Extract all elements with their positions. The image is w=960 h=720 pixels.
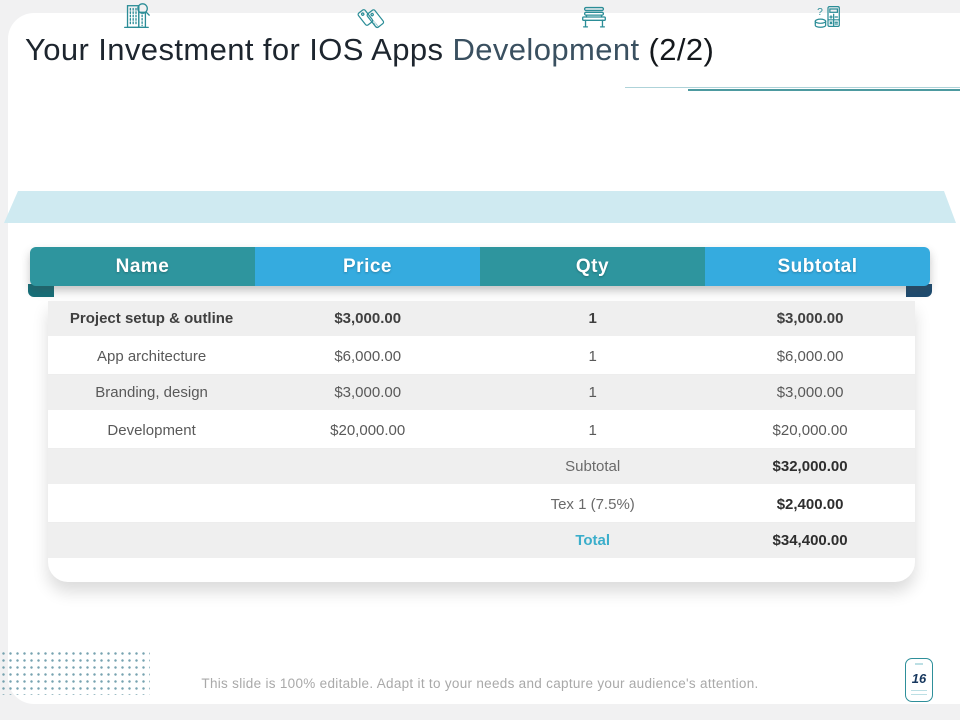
cell-qty: 1 [480, 310, 705, 327]
page-box-line [911, 694, 927, 695]
total-label: Total [480, 532, 705, 549]
cell-price: $3,000.00 [255, 384, 480, 401]
table-row: App architecture $6,000.00 1 $6,000.00 [48, 338, 915, 375]
icon-band [4, 191, 956, 223]
table-row: Branding, design $3,000.00 1 $3,000.00 [48, 375, 915, 412]
pricing-table: Project setup & outline $3,000.00 1 $3,0… [48, 301, 915, 582]
cell-qty: 1 [480, 422, 705, 439]
svg-text:?: ? [817, 7, 823, 18]
cell-qty: 1 [480, 348, 705, 365]
table-row: Development $20,000.00 1 $20,000.00 [48, 412, 915, 449]
building-search-icon [120, 1, 152, 33]
cell-subtotal: $20,000.00 [705, 422, 915, 439]
cell-subtotal: $6,000.00 [705, 348, 915, 365]
title-underline-light [625, 87, 960, 88]
summary-value: $32,000.00 [705, 458, 915, 475]
page-number-box: 16 [905, 658, 933, 702]
cell-price: $3,000.00 [255, 310, 480, 327]
page-number: 16 [906, 671, 932, 686]
summary-row-tax: Tex 1 (7.5%) $2,400.00 [48, 486, 915, 523]
table-row: Project setup & outline $3,000.00 1 $3,0… [48, 301, 915, 338]
header-cell-price: Price [255, 247, 480, 286]
cell-name: Branding, design [48, 384, 255, 401]
cell-price: $20,000.00 [255, 422, 480, 439]
rate-tags-icon: RATE [355, 1, 387, 33]
summary-label: Tex 1 (7.5%) [480, 496, 705, 513]
page-box-dash [915, 663, 923, 665]
title-main: Your Investment for IOS Apps [25, 32, 452, 67]
cell-name: App architecture [48, 348, 255, 365]
bench-icon [578, 1, 610, 33]
svg-text:RATE: RATE [371, 19, 380, 29]
cell-name: Development [48, 422, 255, 439]
slide-background: { "slide": { "title_part1": "Your Invest… [0, 0, 960, 720]
title-accent: Development [452, 32, 639, 67]
page-box-line [911, 690, 927, 691]
total-value: $34,400.00 [705, 532, 915, 549]
cell-price: $6,000.00 [255, 348, 480, 365]
summary-row-subtotal: Subtotal $32,000.00 [48, 449, 915, 486]
summary-value: $2,400.00 [705, 496, 915, 513]
header-cell-qty: Qty [480, 247, 705, 286]
cell-subtotal: $3,000.00 [705, 310, 915, 327]
cell-name: Project setup & outline [48, 310, 255, 327]
title-underline-dark [688, 89, 960, 91]
header-cell-name: Name [30, 247, 255, 286]
cell-subtotal: $3,000.00 [705, 384, 915, 401]
cell-qty: 1 [480, 384, 705, 401]
title-suffix: (2/2) [640, 32, 715, 67]
cost-calculator-icon: ? [812, 1, 844, 33]
summary-label: Subtotal [480, 458, 705, 475]
footer-note: This slide is 100% editable. Adapt it to… [0, 676, 960, 691]
page-title: Your Investment for IOS Apps Development… [25, 32, 825, 68]
header-cell-subtotal: Subtotal [705, 247, 930, 286]
summary-row-total: Total $34,400.00 [48, 523, 915, 560]
table-header: Name Price Qty Subtotal [30, 247, 930, 286]
